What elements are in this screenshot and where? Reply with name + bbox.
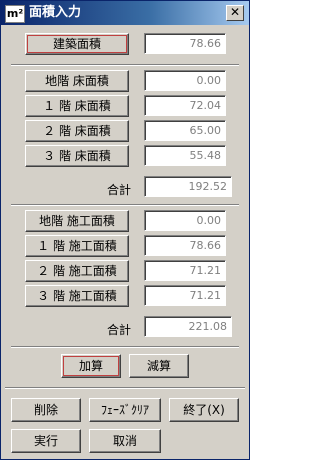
floor-total-label: 合計	[107, 183, 132, 197]
construction-area-3f-button[interactable]: ３ 階 施工面積	[25, 285, 129, 307]
construction-total-label: 合計	[107, 323, 132, 337]
window-title: 面積入力	[29, 5, 82, 20]
floor-area-basement-field[interactable]: 0.00	[144, 70, 226, 91]
execute-button[interactable]: 実行	[11, 429, 81, 453]
construction-area-basement-button[interactable]: 地階 施工面積	[25, 210, 129, 232]
phase-clear-button[interactable]: ﾌｪｰｽﾞｸﾘｱ	[89, 398, 161, 422]
building-area-button[interactable]: 建築面積	[25, 33, 129, 55]
floor-area-2f-field[interactable]: 65.00	[144, 120, 226, 141]
floor-area-1f-button[interactable]: １ 階 床面積	[25, 95, 129, 117]
separator	[11, 64, 239, 66]
construction-area-1f-button[interactable]: １ 階 施工面積	[25, 235, 129, 257]
subtract-button[interactable]: 減算	[129, 354, 189, 378]
construction-area-basement-field[interactable]: 0.00	[144, 210, 226, 231]
building-area-field[interactable]: 78.66	[144, 33, 226, 54]
construction-area-2f-button[interactable]: ２ 階 施工面積	[25, 260, 129, 282]
title-bar[interactable]: m² 面積入力 ✕	[1, 1, 249, 25]
separator	[11, 204, 239, 206]
separator	[5, 387, 245, 389]
cancel-button[interactable]: 取消	[89, 429, 161, 453]
floor-total-field: 192.52	[144, 176, 232, 197]
floor-area-3f-button[interactable]: ３ 階 床面積	[25, 145, 129, 167]
close-icon[interactable]: ✕	[226, 5, 244, 21]
construction-area-1f-field[interactable]: 78.66	[144, 235, 226, 256]
add-button[interactable]: 加算	[61, 354, 121, 378]
area-input-window: m² 面積入力 ✕ 建築面積 78.66 地階 床面積 0.00 １ 階 床面積…	[0, 0, 250, 460]
delete-button[interactable]: 削除	[11, 398, 81, 422]
floor-area-1f-field[interactable]: 72.04	[144, 95, 226, 116]
floor-area-3f-field[interactable]: 55.48	[144, 145, 226, 166]
floor-area-basement-button[interactable]: 地階 床面積	[25, 70, 129, 92]
separator	[11, 346, 239, 348]
exit-button[interactable]: 終了(X)	[169, 398, 239, 422]
construction-area-2f-field[interactable]: 71.21	[144, 260, 226, 281]
app-icon: m²	[5, 5, 25, 23]
construction-total-field: 221.08	[144, 316, 232, 337]
floor-area-2f-button[interactable]: ２ 階 床面積	[25, 120, 129, 142]
construction-area-3f-field[interactable]: 71.21	[144, 285, 226, 306]
